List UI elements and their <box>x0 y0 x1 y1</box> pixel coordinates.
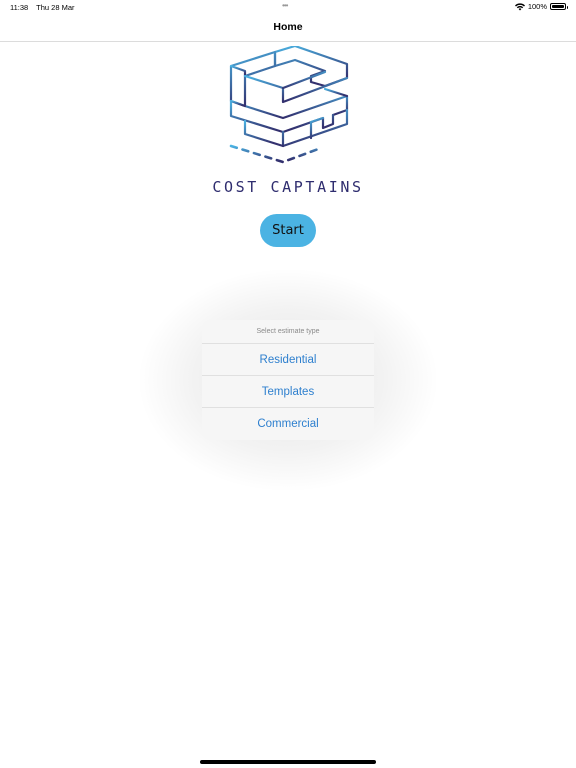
status-right: 100% <box>514 2 568 11</box>
status-date: Thu 28 Mar <box>36 3 75 12</box>
battery-icon <box>550 3 568 10</box>
home-indicator[interactable] <box>200 760 376 764</box>
battery-percent: 100% <box>527 2 547 11</box>
cost-captains-logo <box>229 46 349 164</box>
option-residential[interactable]: Residential <box>202 344 374 376</box>
estimate-type-action-sheet: Select estimate type Residential Templat… <box>202 320 374 440</box>
multitasking-dots-icon[interactable]: ••• <box>282 1 288 10</box>
status-left: 11:38 Thu 28 Mar <box>10 3 81 12</box>
status-time: 11:38 <box>10 3 29 12</box>
battery-fill <box>552 5 564 8</box>
option-templates[interactable]: Templates <box>202 376 374 408</box>
brand-name: COST CAPTAINS <box>212 178 364 196</box>
action-sheet-header: Select estimate type <box>202 320 374 344</box>
wifi-icon <box>514 2 525 10</box>
page-title: Home <box>273 21 303 33</box>
start-button[interactable]: Start <box>260 214 316 247</box>
option-commercial[interactable]: Commercial <box>202 408 374 440</box>
navigation-bar: Home <box>0 14 576 42</box>
status-bar: 11:38 Thu 28 Mar ••• 100% <box>0 0 576 14</box>
